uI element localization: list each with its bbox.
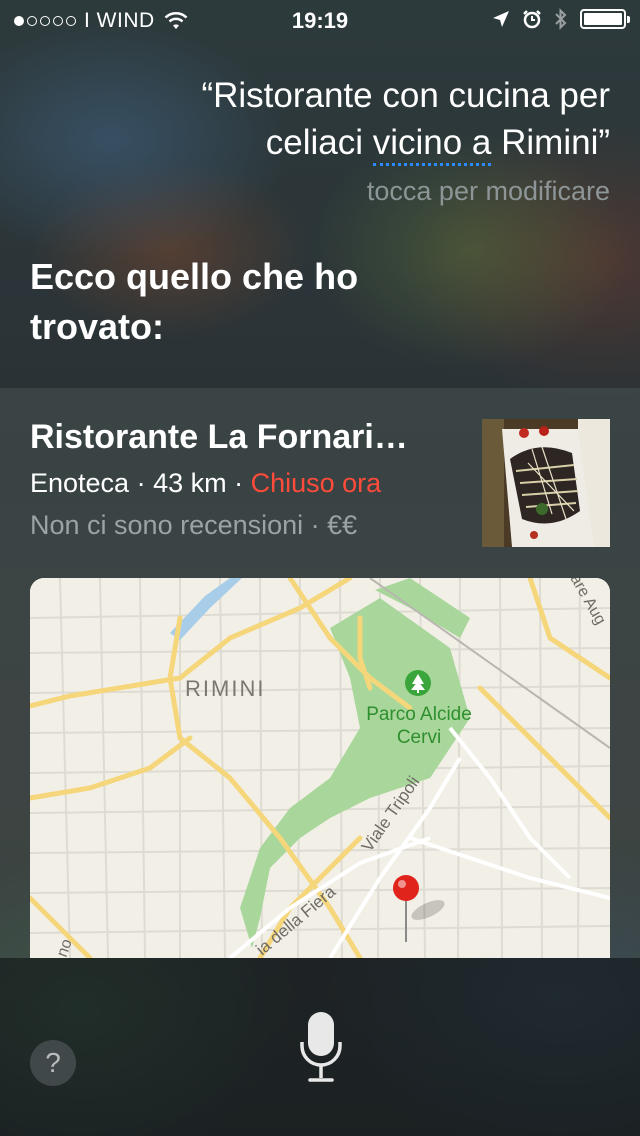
alarm-icon [523,10,541,29]
query-correction-word[interactable]: vicino a [372,123,492,166]
meta-separator: · [303,510,328,540]
meta-separator: · [129,468,154,498]
location-arrow-icon [493,11,509,27]
microphone-icon[interactable] [296,1010,346,1086]
map-canvas: RIMINI Parco Alcide Cervi Viale Tripoli … [30,578,610,958]
spoken-query[interactable]: “Ristorante con cucina per celiaci vicin… [50,72,610,166]
place-distance: 43 km [153,468,227,498]
battery-icon [580,9,630,29]
query-line-2: celiaci vicino a Rimini” [50,119,610,166]
query-text-end: Rimini” [491,123,610,162]
place-meta: Enoteca · 43 km · Chiuso ora [30,468,381,499]
place-photo[interactable] [482,419,610,547]
map-park-label-1: Parco Alcide [366,704,472,725]
query-line-1: “Ristorante con cucina per [201,76,610,115]
query-text: celiaci [265,123,373,162]
help-button[interactable]: ? [30,1040,76,1086]
map-pin-icon[interactable] [393,875,419,901]
place-reviews: Non ci sono recensioni · €€ [30,510,357,541]
tap-to-edit-hint[interactable]: tocca per modificare [367,176,610,207]
map-park-label-2: Cervi [397,727,441,748]
meta-separator: · [226,468,251,498]
status-bar: I WIND 19:19 [0,0,640,40]
price-level: €€ [327,510,358,540]
map-city-label: RIMINI [185,676,265,701]
place-category: Enoteca [30,468,130,498]
place-title[interactable]: Ristorante La Fornari… [30,418,408,457]
siri-answer-heading: Ecco quello che ho trovato: [30,256,359,347]
bluetooth-icon [555,8,567,30]
place-status: Chiuso ora [250,468,382,498]
reviews-text: Non ci sono recensioni [30,510,304,540]
map-view[interactable]: RIMINI Parco Alcide Cervi Viale Tripoli … [30,578,610,958]
